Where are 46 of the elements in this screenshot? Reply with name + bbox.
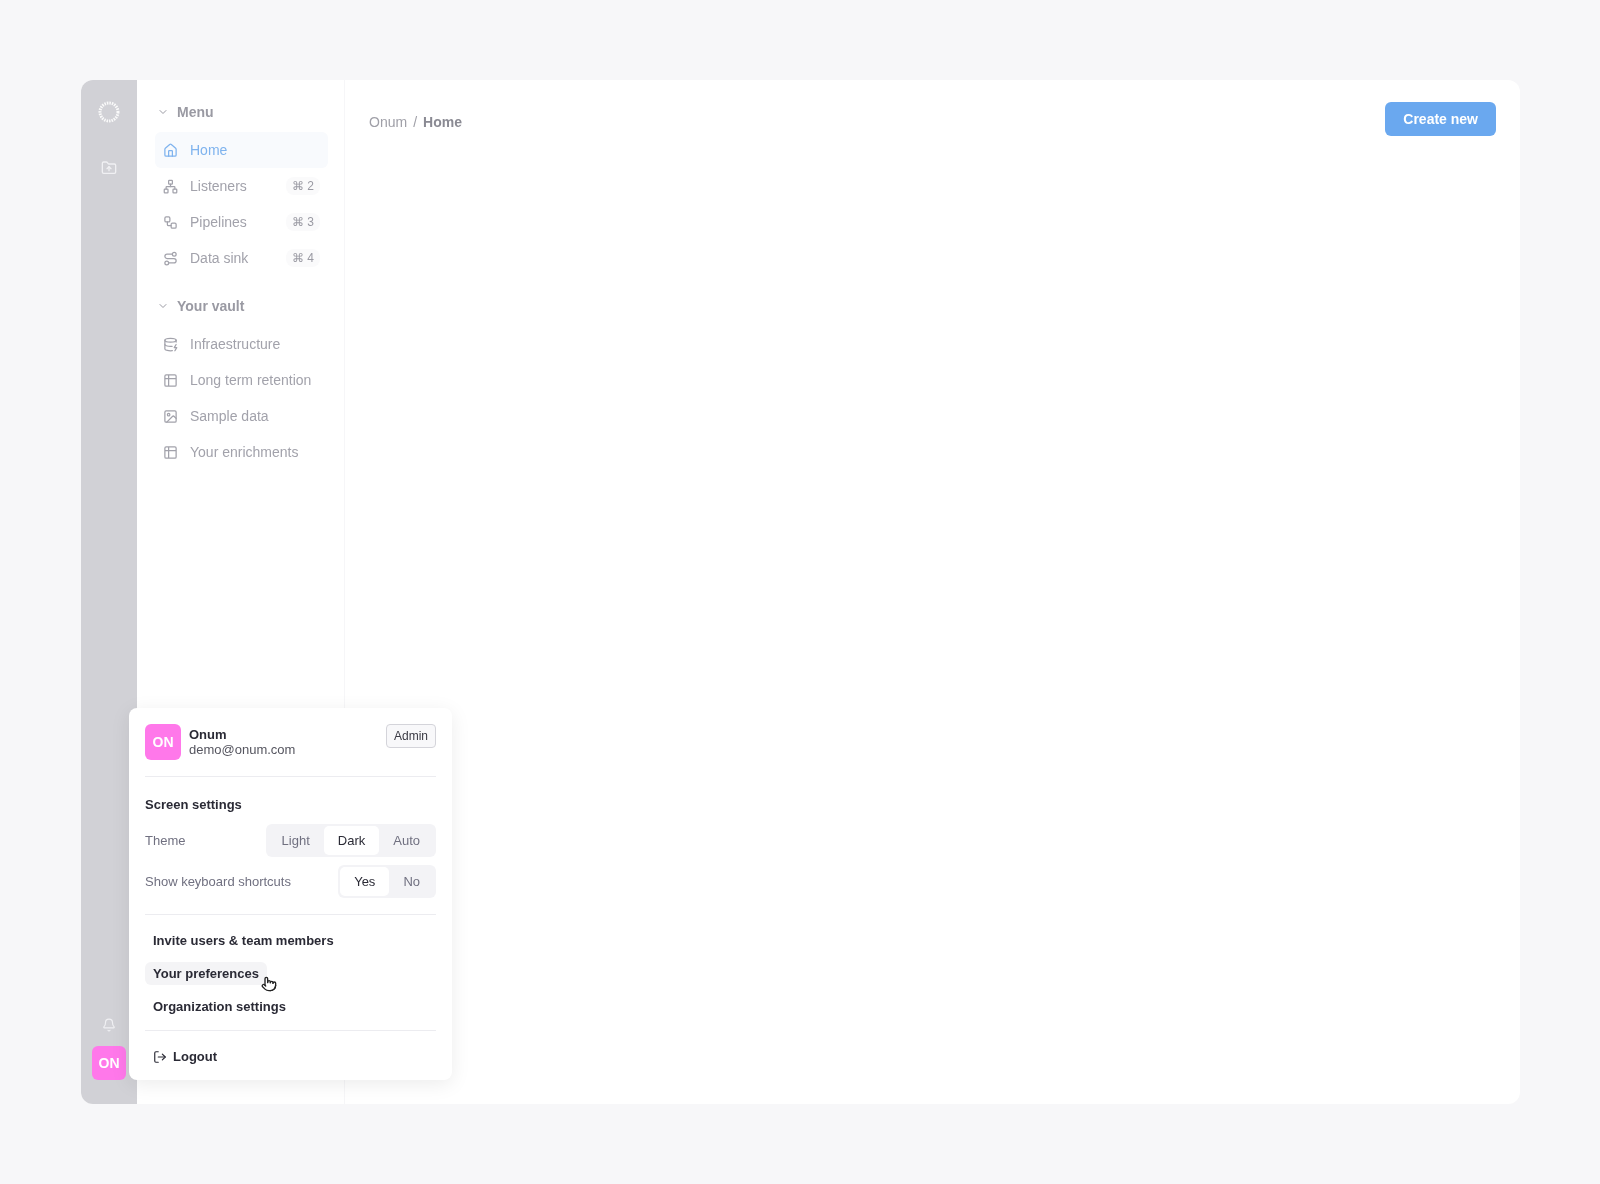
image-icon [163,408,178,424]
logout-item[interactable]: Logout [145,1031,436,1068]
sidebar-item[interactable]: Sample data [155,398,328,434]
role-tag: Admin [386,724,436,748]
sidebar-item[interactable]: Long term retention [155,362,328,398]
sidebar-item[interactable]: Home [155,132,328,168]
shortcut-badge: ⌘ 2 [286,177,320,195]
menu-item[interactable]: Invite users & team members [145,929,342,952]
sidebar-item[interactable]: Data sink ⌘ 4 [155,240,328,276]
sidebar-item[interactable]: Infraestructure [155,326,328,362]
section-header[interactable]: Menu [157,100,328,124]
user-email: demo@onum.com [189,742,297,757]
segment-option[interactable]: Dark [323,826,380,855]
segment-option[interactable]: Yes [340,867,390,896]
logo-icon [97,100,121,124]
shortcut-badge: ⌘ 3 [286,213,320,231]
menu-item[interactable]: Organization settings [145,995,294,1018]
settings-title: Screen settings [145,797,243,812]
logout-icon [153,1049,167,1064]
setting-label: Theme [145,833,186,848]
folder-icon[interactable] [101,160,117,176]
database-icon [163,336,178,352]
create-button[interactable]: Create new [1385,102,1496,136]
route-icon [163,250,178,266]
home-icon [163,142,178,158]
user-name: Onum [189,727,228,742]
sidebar-item[interactable]: Your enrichments [155,434,328,470]
sidebar-item[interactable]: Pipelines ⌘ 3 [155,204,328,240]
shortcut-badge: ⌘ 4 [286,249,320,267]
breadcrumb-separator: / [413,114,417,130]
sidebar-item[interactable]: Listeners ⌘ 2 [155,168,328,204]
network-icon [163,178,178,194]
user-avatar: ON [145,724,181,760]
setting-label: Show keyboard shortcuts [145,874,291,889]
table-icon [163,372,178,388]
segment-option[interactable]: Light [267,826,324,855]
hand-cursor-icon [260,976,277,992]
section-header[interactable]: Your vault [157,294,328,318]
breadcrumb-current: Home [423,114,462,130]
workflow-icon [163,214,178,230]
notification-icon[interactable] [102,1018,116,1032]
table-icon [163,444,178,460]
user-avatar[interactable]: ON [92,1046,126,1080]
segment-option[interactable]: No [389,867,434,896]
segment-option[interactable]: Auto [379,826,434,855]
breadcrumb-link[interactable]: Onum [369,114,408,130]
